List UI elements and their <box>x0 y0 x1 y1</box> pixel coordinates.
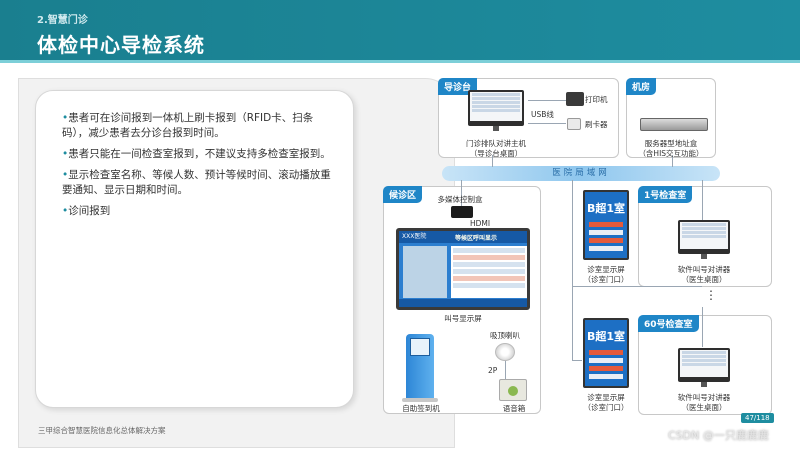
queue-host-sublabel: （导诊台桌面） <box>469 149 523 158</box>
card-reader-icon <box>567 118 581 130</box>
wire <box>572 360 582 361</box>
bullet-text: 显示检查室名称、等候人数、预计等候时间、滚动播放重要通知、显示日期和时间。 <box>62 169 331 196</box>
wire <box>572 286 702 287</box>
call-screen-heading: 等候区呼叫显示 <box>455 235 498 242</box>
media-control-box-icon <box>451 206 473 218</box>
bullet-item: •诊间报到 <box>62 204 331 219</box>
text-card: •患者可在诊间报到一体机上刷卡报到（RFID卡、扫条码），减少患者去分诊台报到时… <box>35 90 354 408</box>
exam-room-1-tag: 1号检查室 <box>638 186 693 203</box>
monitor-stand <box>493 126 499 131</box>
page-number: 47/118 <box>741 413 774 423</box>
queue-host-label: 门诊排队对讲主机 <box>466 139 526 148</box>
call-screen-photo <box>403 246 447 298</box>
room-1-device-sublabel: （医生桌面） <box>681 275 727 284</box>
doctor-pc-monitor <box>678 348 730 382</box>
header-divider <box>0 60 800 63</box>
ceiling-speaker-icon <box>495 343 515 361</box>
room-door-screen-1: B超1室 <box>583 190 629 260</box>
printer-icon <box>566 92 584 106</box>
room-60-device-label: 软件叫号对讲器 <box>677 393 731 402</box>
exam-room-60-tag: 60号检查室 <box>638 315 699 332</box>
room-screen-2-label: 诊室显示屏 <box>587 393 625 402</box>
call-screen-table <box>451 246 527 298</box>
server-rack-icon <box>640 118 708 131</box>
room-name: B超1室 <box>586 330 626 343</box>
server-room-tag: 机房 <box>626 78 657 95</box>
section-label: 2.智慧门诊 <box>37 15 88 26</box>
ceiling-speaker-label: 吸顶喇叭 <box>490 331 520 340</box>
room-screen-2-sublabel: （诊室门口） <box>583 403 629 412</box>
printer-label: 打印机 <box>585 95 608 104</box>
doctor-pc-monitor <box>678 220 730 254</box>
call-screen-hospital: XXX医院 <box>402 233 427 240</box>
waiting-area-tag: 候诊区 <box>383 186 423 203</box>
room-name: B超1室 <box>586 202 626 215</box>
kiosk-screen <box>410 338 430 356</box>
usb-wire <box>528 100 566 101</box>
kiosk-label: 自助签到机 <box>402 404 440 413</box>
monitor-screen <box>680 350 728 377</box>
bullet-item: •患者可在诊间报到一体机上刷卡报到（RFID卡、扫条码），减少患者去分诊台报到时… <box>62 111 331 141</box>
bullet-text: 患者只能在一间检查室报到，不建议支持多检查室报到。 <box>68 148 331 160</box>
bullet-text: 诊间报到 <box>68 205 111 217</box>
monitor-stand <box>701 254 707 259</box>
wire <box>702 307 703 347</box>
bullet-item: •显示检查室名称、等候人数、预计等候时间、滚动播放重要通知、显示日期和时间。 <box>62 168 331 198</box>
call-display-screen: XXX医院 等候区呼叫显示 <box>396 228 530 310</box>
room-60-device-sublabel: （医生桌面） <box>681 403 727 412</box>
bullet-item: •患者只能在一间检查室报到，不建议支持多检查室报到。 <box>62 147 331 162</box>
usb-label: USB线 <box>531 110 554 119</box>
room-screen-1-sublabel: （诊室门口） <box>583 275 629 284</box>
wire <box>572 180 573 360</box>
room-1-device-label: 软件叫号对讲器 <box>677 265 731 274</box>
kiosk-base <box>402 398 438 402</box>
room-screen-1-label: 诊室显示屏 <box>587 265 625 274</box>
wire <box>702 180 703 220</box>
usb-wire <box>528 123 566 124</box>
footer-text: 三甲综合智慧医院信息化总体解决方案 <box>38 426 166 435</box>
speaker-box-icon <box>499 379 527 401</box>
hospital-lan-bar: 医院局域网 <box>442 166 720 181</box>
card-reader-label: 刷卡器 <box>585 120 608 129</box>
call-screen-footer <box>399 299 527 307</box>
queue-host-monitor <box>468 90 524 126</box>
monitor-stand <box>701 382 707 387</box>
room-door-screen-2: B超1室 <box>583 318 629 388</box>
cable-label: 2P <box>488 366 498 375</box>
server-sublabel: （含HIS交互功能） <box>638 149 704 158</box>
server-label: 服务器型地址盒 <box>644 139 698 148</box>
ellipsis-icon: ⋮ <box>705 288 717 302</box>
speaker-wire <box>505 360 506 380</box>
page-title: 体检中心导检系统 <box>37 33 205 57</box>
media-box-label: 多媒体控制盒 <box>437 195 483 204</box>
call-screen-label: 叫号显示屏 <box>444 314 482 323</box>
watermark: CSDN @一只鹿鹿鹿 <box>668 429 769 442</box>
monitor-screen <box>470 92 522 121</box>
speaker-box-label: 语音箱 <box>502 404 526 413</box>
monitor-screen <box>680 222 728 249</box>
bullet-text: 患者可在诊间报到一体机上刷卡报到（RFID卡、扫条码），减少患者去分诊台报到时间… <box>62 112 314 139</box>
